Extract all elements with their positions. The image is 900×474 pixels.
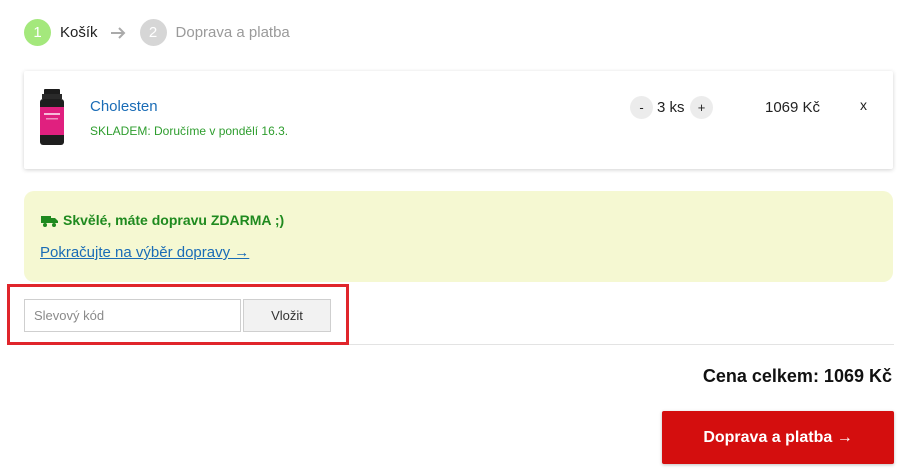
item-price: 1069 Kč	[765, 99, 821, 116]
divider	[349, 344, 894, 345]
continue-to-shipping-link[interactable]: Pokračujte na výběr dopravy →	[40, 244, 249, 261]
shipping-message-row: Skvělé, máte dopravu ZDARMA ;)	[41, 212, 284, 228]
continue-to-shipping-button[interactable]: Doprava a platba →	[662, 411, 894, 464]
product-name-link[interactable]: Cholesten	[90, 98, 158, 115]
cart-item: Cholesten SKLADEM: Doručíme v pondělí 16…	[24, 71, 893, 169]
apply-discount-button[interactable]: Vložit	[243, 299, 331, 332]
stock-status: SKLADEM: Doručíme v pondělí 16.3.	[90, 124, 289, 138]
quantity-decrease-button[interactable]: -	[630, 96, 653, 119]
step-2-label[interactable]: Doprava a platba	[176, 24, 290, 41]
supplement-bottle-icon[interactable]	[39, 89, 65, 147]
free-shipping-banner: Skvělé, máte dopravu ZDARMA ;) Pokračujt…	[24, 191, 893, 282]
cart-total: Cena celkem: 1069 Kč	[702, 366, 892, 386]
truck-icon	[41, 214, 58, 227]
step-1-label[interactable]: Košík	[60, 24, 98, 41]
quantity-increase-button[interactable]: +	[690, 96, 713, 119]
remove-item-button[interactable]: x	[860, 97, 867, 113]
arrow-right-icon	[110, 24, 128, 42]
discount-code-input[interactable]	[24, 299, 241, 332]
shipping-message: Skvělé, máte dopravu ZDARMA ;)	[63, 212, 285, 228]
checkout-steps: 1 Košík 2 Doprava a platba	[24, 19, 290, 46]
quantity-value: 3 ks	[657, 99, 685, 116]
step-1-number: 1	[24, 19, 51, 46]
step-2-number: 2	[139, 19, 167, 46]
